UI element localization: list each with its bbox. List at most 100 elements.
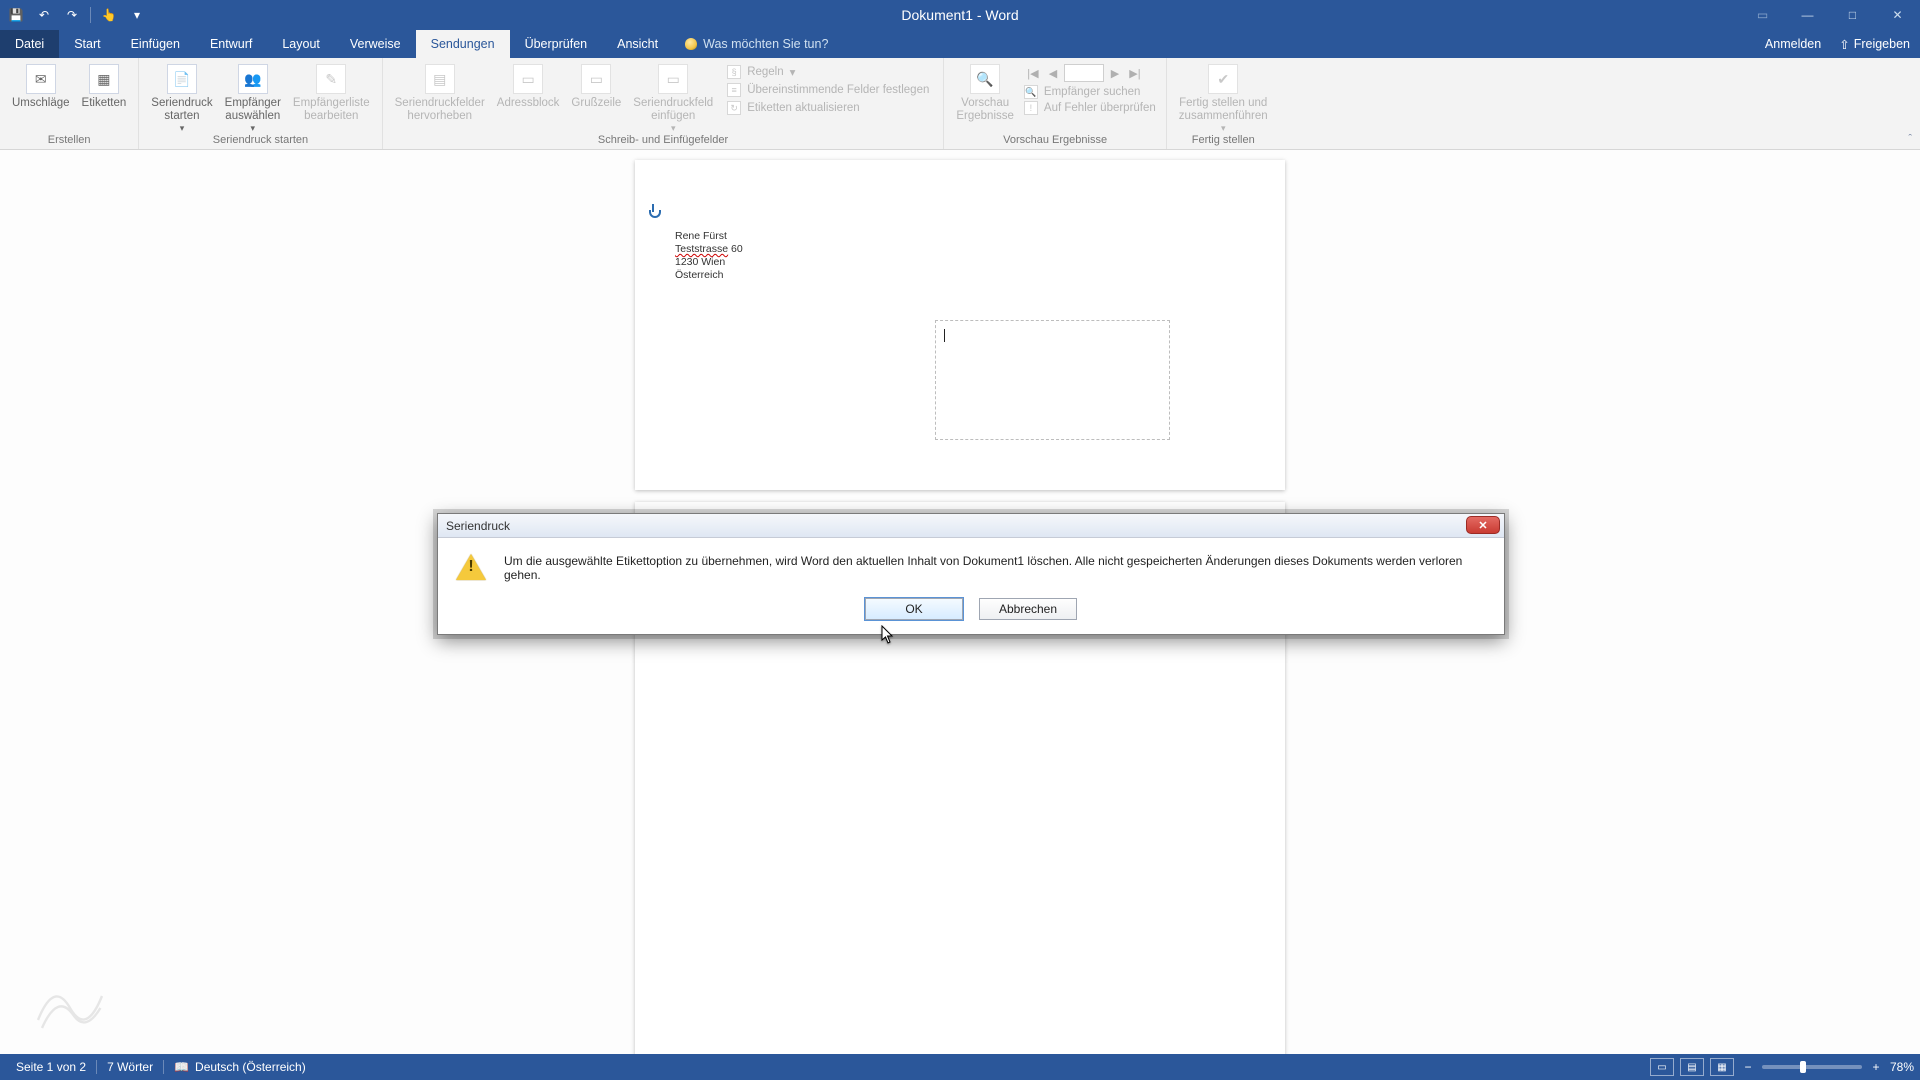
rules-icon: § xyxy=(727,65,741,79)
insert-merge-field-button[interactable]: ▭ Seriendruckfeld einfügen ▾ xyxy=(627,62,719,134)
dialog-titlebar[interactable]: Seriendruck ✕ xyxy=(438,514,1504,538)
tab-design[interactable]: Entwurf xyxy=(195,30,267,58)
tab-review[interactable]: Überprüfen xyxy=(510,30,603,58)
proofing-icon: 📖 xyxy=(174,1060,189,1074)
prev-record-icon[interactable]: ◀ xyxy=(1044,64,1062,82)
rules-button[interactable]: § Regeln ▾ xyxy=(723,64,933,80)
finish-icon: ✔ xyxy=(1208,64,1238,94)
touch-mode-icon[interactable]: 👆 xyxy=(99,5,119,25)
qat-customize-icon[interactable]: ▾ xyxy=(127,5,147,25)
group-finish-label: Fertig stellen xyxy=(1173,132,1274,148)
highlight-icon: ▤ xyxy=(425,64,455,94)
zoom-slider[interactable] xyxy=(1762,1065,1862,1069)
match-fields-button[interactable]: ≡ Übereinstimmende Felder festlegen xyxy=(723,82,933,98)
cancel-button[interactable]: Abbrechen xyxy=(979,598,1077,620)
warning-icon xyxy=(456,552,486,580)
address-block-button[interactable]: ▭ Adressblock xyxy=(491,62,566,110)
ok-button[interactable]: OK xyxy=(865,598,963,620)
language-indicator[interactable]: 📖 Deutsch (Österreich) xyxy=(164,1060,316,1074)
spelling-error: Teststrasse xyxy=(675,243,728,255)
labels-button[interactable]: ▦ Etiketten xyxy=(76,62,133,110)
signin-link[interactable]: Anmelden xyxy=(1765,37,1821,51)
dialog-close-button[interactable]: ✕ xyxy=(1466,516,1500,534)
mergefield-icon: ▭ xyxy=(658,64,688,94)
edit-recipients-label: Empfängerliste bearbeiten xyxy=(293,97,370,123)
maximize-icon[interactable]: □ xyxy=(1830,0,1875,30)
check-errors-button[interactable]: ! Auf Fehler überprüfen xyxy=(1020,100,1160,116)
highlight-fields-label: Seriendruckfelder hervorheben xyxy=(395,97,485,123)
address-icon: ▭ xyxy=(513,64,543,94)
dropdown-icon: ▾ xyxy=(790,65,796,79)
ribbon: ✉ Umschläge ▦ Etiketten Erstellen 📄 Seri… xyxy=(0,58,1920,150)
group-write-label: Schreib- und Einfügefelder xyxy=(389,132,938,148)
share-label: Freigeben xyxy=(1854,37,1910,51)
find-recipient-button[interactable]: 🔍 Empfänger suchen xyxy=(1020,84,1160,100)
record-navigation: |◀ ◀ ▶ ▶| xyxy=(1020,62,1160,84)
tab-references[interactable]: Verweise xyxy=(335,30,416,58)
redo-icon[interactable]: ↷ xyxy=(62,5,82,25)
group-create: ✉ Umschläge ▦ Etiketten Erstellen xyxy=(0,58,139,149)
tell-me-search[interactable]: Was möchten Sie tun? xyxy=(673,30,840,58)
status-bar: Seite 1 von 2 7 Wörter 📖 Deutsch (Österr… xyxy=(0,1054,1920,1080)
insert-merge-field-label: Seriendruckfeld einfügen xyxy=(633,97,713,123)
sender-line-1: Rene Fürst xyxy=(675,230,743,243)
labels-icon: ▦ xyxy=(89,64,119,94)
first-record-icon[interactable]: |◀ xyxy=(1024,64,1042,82)
match-icon: ≡ xyxy=(727,83,741,97)
last-record-icon[interactable]: ▶| xyxy=(1126,64,1144,82)
group-write-insert: ▤ Seriendruckfelder hervorheben ▭ Adress… xyxy=(383,58,945,149)
zoom-value[interactable]: 78% xyxy=(1890,1060,1914,1074)
next-record-icon[interactable]: ▶ xyxy=(1106,64,1124,82)
envelopes-button[interactable]: ✉ Umschläge xyxy=(6,62,76,110)
read-mode-icon[interactable]: ▭ xyxy=(1650,1058,1674,1076)
mailmerge-warning-dialog: Seriendruck ✕ Um die ausgewählte Etikett… xyxy=(437,513,1505,635)
record-number-input[interactable] xyxy=(1064,64,1104,82)
finish-merge-button[interactable]: ✔ Fertig stellen und zusammenführen ▾ xyxy=(1173,62,1274,134)
close-icon[interactable]: ✕ xyxy=(1875,0,1920,30)
group-preview-label: Vorschau Ergebnisse xyxy=(950,132,1159,148)
sender-line-2-rest: 60 xyxy=(728,243,743,255)
start-mailmerge-button[interactable]: 📄 Seriendruck starten ▾ xyxy=(145,62,218,134)
anchor-icon xyxy=(647,204,659,218)
preview-results-label: Vorschau Ergebnisse xyxy=(956,97,1014,123)
page-indicator[interactable]: Seite 1 von 2 xyxy=(6,1060,96,1074)
tab-mailings[interactable]: Sendungen xyxy=(416,30,510,58)
edit-recipients-button[interactable]: ✎ Empfängerliste bearbeiten xyxy=(287,62,376,123)
collapse-ribbon-icon[interactable]: ˆ xyxy=(1908,133,1912,145)
check-errors-label: Auf Fehler überprüfen xyxy=(1044,102,1156,114)
tab-view[interactable]: Ansicht xyxy=(602,30,673,58)
zoom-slider-thumb[interactable] xyxy=(1800,1061,1806,1073)
tab-insert[interactable]: Einfügen xyxy=(116,30,195,58)
zoom-in-button[interactable]: + xyxy=(1868,1060,1884,1074)
tab-start[interactable]: Start xyxy=(59,30,115,58)
web-layout-icon[interactable]: ▦ xyxy=(1710,1058,1734,1076)
minimize-icon[interactable]: — xyxy=(1785,0,1830,30)
sender-line-2: Teststrasse 60 xyxy=(675,243,743,256)
group-preview: 🔍 Vorschau Ergebnisse |◀ ◀ ▶ ▶| 🔍 Empfän… xyxy=(944,58,1166,149)
highlight-fields-button[interactable]: ▤ Seriendruckfelder hervorheben xyxy=(389,62,491,123)
tab-file[interactable]: Datei xyxy=(0,30,59,58)
group-start-mailmerge: 📄 Seriendruck starten ▾ 👥 Empfänger ausw… xyxy=(139,58,382,149)
greeting-line-button[interactable]: ▭ Grußzeile xyxy=(565,62,627,110)
ribbon-display-icon[interactable]: ▭ xyxy=(1740,0,1785,30)
save-icon[interactable]: 💾 xyxy=(6,5,26,25)
update-labels-button[interactable]: ↻ Etiketten aktualisieren xyxy=(723,100,933,116)
select-recipients-button[interactable]: 👥 Empfänger auswählen ▾ xyxy=(219,62,287,134)
word-count[interactable]: 7 Wörter xyxy=(97,1060,163,1074)
text-cursor xyxy=(944,329,945,342)
title-bar: 💾 ↶ ↷ 👆 ▾ Dokument1 - Word ▭ — □ ✕ xyxy=(0,0,1920,30)
share-button[interactable]: ⇧ Freigeben xyxy=(1839,37,1910,52)
recipient-address-frame[interactable] xyxy=(935,320,1170,440)
zoom-out-button[interactable]: − xyxy=(1740,1060,1756,1074)
errors-icon: ! xyxy=(1024,101,1038,115)
sender-address[interactable]: Rene Fürst Teststrasse 60 1230 Wien Öste… xyxy=(675,230,743,283)
tab-layout[interactable]: Layout xyxy=(267,30,335,58)
mailmerge-icon: 📄 xyxy=(167,64,197,94)
page-1[interactable]: Rene Fürst Teststrasse 60 1230 Wien Öste… xyxy=(635,160,1285,490)
bulb-icon xyxy=(685,38,697,50)
recipients-icon: 👥 xyxy=(238,64,268,94)
print-layout-icon[interactable]: ▤ xyxy=(1680,1058,1704,1076)
undo-icon[interactable]: ↶ xyxy=(34,5,54,25)
watermark-logo xyxy=(30,976,110,1036)
preview-results-button[interactable]: 🔍 Vorschau Ergebnisse xyxy=(950,62,1020,123)
